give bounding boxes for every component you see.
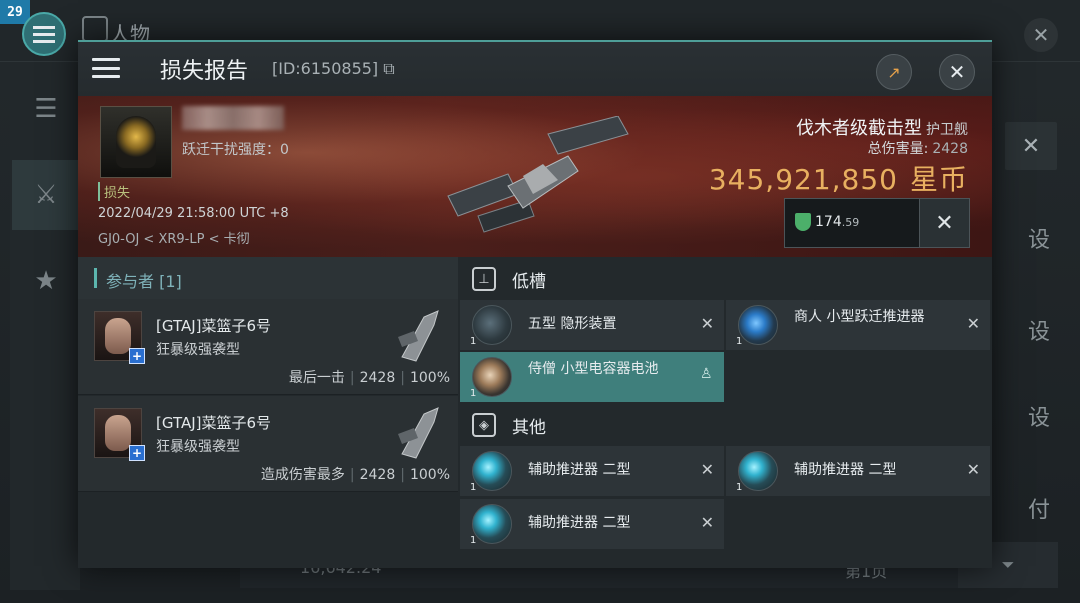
item-label: 商人 小型跃迁推进器 bbox=[794, 309, 925, 325]
item-label: 辅助推进器 二型 bbox=[528, 462, 631, 478]
destroyed-icon: ✕ bbox=[700, 513, 714, 532]
item-row[interactable]: 1 商人 小型跃迁推进器 ✕ bbox=[726, 300, 990, 350]
item-row[interactable]: 1 侍僧 小型电容器电池 ♙ bbox=[460, 352, 724, 402]
participant-ship: 狂暴级强袭型 bbox=[156, 439, 240, 455]
participant-ship-icon bbox=[398, 310, 439, 362]
participant-row[interactable]: + [GTAJ]菜篮子6号 狂暴级强袭型 造成伤害最多 | 2428 | 100% bbox=[78, 396, 458, 492]
victim-avatar[interactable] bbox=[100, 106, 172, 178]
participants-header: 参与者 [1] bbox=[78, 257, 458, 299]
participant-ship-icon bbox=[398, 407, 439, 459]
participant-row[interactable]: + [GTAJ]菜篮子6号 狂暴级强袭型 最后一击 | 2428 | 100% bbox=[78, 299, 458, 395]
loss-datetime: 2022/04/29 21:58:00 UTC +8 bbox=[98, 206, 289, 221]
items-panel: ⊥ 低槽 1 五型 隐形装置 ✕ 1 商人 小型跃迁推进器 ✕ 1 侍僧 小型电… bbox=[458, 257, 992, 568]
background-right-text: 付 bbox=[1027, 498, 1050, 523]
sidebar-swords-icon[interactable]: ⚔ bbox=[12, 160, 80, 230]
sidebar-star-icon[interactable]: ★ bbox=[12, 246, 80, 316]
sidebar-list-icon[interactable]: ☰ bbox=[12, 74, 80, 144]
item-row[interactable]: 1 辅助推进器 二型 ✕ bbox=[726, 446, 990, 496]
ship-name[interactable]: 伐木者级截击型 护卫舰 bbox=[796, 114, 968, 140]
item-label: 辅助推进器 二型 bbox=[794, 462, 897, 478]
share-button[interactable]: ↗ bbox=[876, 54, 912, 90]
warp-drive-icon bbox=[738, 305, 778, 345]
afterburner-icon bbox=[738, 451, 778, 491]
victim-name-redacted bbox=[182, 106, 284, 130]
cube-icon bbox=[82, 16, 108, 42]
close-button[interactable]: ✕ bbox=[939, 54, 975, 90]
destroyed-icon: ✕ bbox=[700, 314, 714, 333]
background-right-text: 设 bbox=[1027, 320, 1050, 345]
main-menu-button[interactable] bbox=[22, 12, 66, 56]
participant-avatar: + bbox=[94, 311, 145, 364]
destroyed-icon: ✕ bbox=[966, 460, 980, 479]
fitting-tools-button[interactable]: ✕ bbox=[919, 199, 969, 247]
destroyed-icon: ✕ bbox=[700, 460, 714, 479]
plus-icon: + bbox=[129, 348, 145, 364]
loss-location[interactable]: GJ0-OJ < XR9-LP < 卡彻 bbox=[98, 228, 250, 247]
loss-report-modal: 损失报告 [ID:6150855] ⧉ ↗ ✕ 跃迁干扰强度：0 损失 2022… bbox=[78, 40, 992, 568]
shield-icon bbox=[795, 213, 811, 231]
background-sidebar bbox=[10, 70, 80, 590]
item-label: 辅助推进器 二型 bbox=[528, 515, 631, 531]
menu-icon bbox=[33, 26, 55, 43]
participant-name: [GTAJ]菜篮子6号 bbox=[156, 414, 272, 432]
background-tools-button[interactable]: ✕ bbox=[1005, 122, 1057, 170]
item-row[interactable]: 1 辅助推进器 二型 ✕ bbox=[460, 446, 724, 496]
ship-image bbox=[447, 116, 629, 233]
modal-header: 损失报告 [ID:6150855] ⧉ ↗ ✕ bbox=[78, 42, 992, 96]
cloak-icon bbox=[472, 305, 512, 345]
afterburner-icon bbox=[472, 504, 512, 544]
participant-name: [GTAJ]菜篮子6号 bbox=[156, 317, 272, 335]
destroyed-icon: ✕ bbox=[966, 314, 980, 333]
total-damage: 总伤害量: 2428 bbox=[867, 141, 968, 157]
background-close-button[interactable]: ✕ bbox=[1024, 18, 1058, 52]
fitting-box: 174.59 ✕ bbox=[784, 198, 970, 248]
low-slot-header: ⊥ 低槽 bbox=[458, 259, 992, 299]
item-label: 五型 隐形装置 bbox=[528, 316, 617, 332]
isk-value: 345,921,850 星币 bbox=[708, 163, 968, 196]
item-row[interactable]: 1 五型 隐形装置 ✕ bbox=[460, 300, 724, 350]
background-right-text: 设 bbox=[1027, 228, 1050, 253]
cube-icon: ◈ bbox=[472, 413, 496, 437]
modal-title: 损失报告 bbox=[160, 59, 249, 84]
background-right-text: 设 bbox=[1027, 406, 1050, 431]
loss-status: 损失 bbox=[98, 182, 130, 201]
other-header: ◈ 其他 bbox=[458, 405, 992, 445]
low-slot-icon: ⊥ bbox=[472, 267, 496, 291]
participants-panel: 参与者 [1] + [GTAJ]菜篮子6号 狂暴级强袭型 最后一击 | 2428 | 1… bbox=[78, 257, 458, 568]
plus-icon: + bbox=[129, 445, 145, 461]
item-label: 侍僧 小型电容器电池 bbox=[528, 361, 659, 377]
item-row[interactable]: 1 辅助推进器 二型 ✕ bbox=[460, 499, 724, 549]
afterburner-icon bbox=[472, 451, 512, 491]
dropped-person-icon: ♙ bbox=[700, 366, 713, 382]
participant-ship: 狂暴级强袭型 bbox=[156, 342, 240, 358]
jam-strength: 跃迁干扰强度：0 bbox=[182, 142, 289, 158]
menu-icon[interactable] bbox=[90, 54, 122, 82]
report-id[interactable]: [ID:6150855] ⧉ bbox=[272, 59, 395, 79]
victim-banner: 跃迁干扰强度：0 损失 2022/04/29 21:58:00 UTC +8 G… bbox=[78, 96, 992, 257]
participant-stats: 最后一击 | 2428 | 100% bbox=[288, 370, 450, 386]
participant-avatar: + bbox=[94, 408, 145, 461]
capacitor-battery-icon bbox=[472, 357, 512, 397]
fitting-value: 174.59 bbox=[815, 214, 860, 230]
participant-stats: 造成伤害最多 | 2428 | 100% bbox=[260, 467, 450, 483]
